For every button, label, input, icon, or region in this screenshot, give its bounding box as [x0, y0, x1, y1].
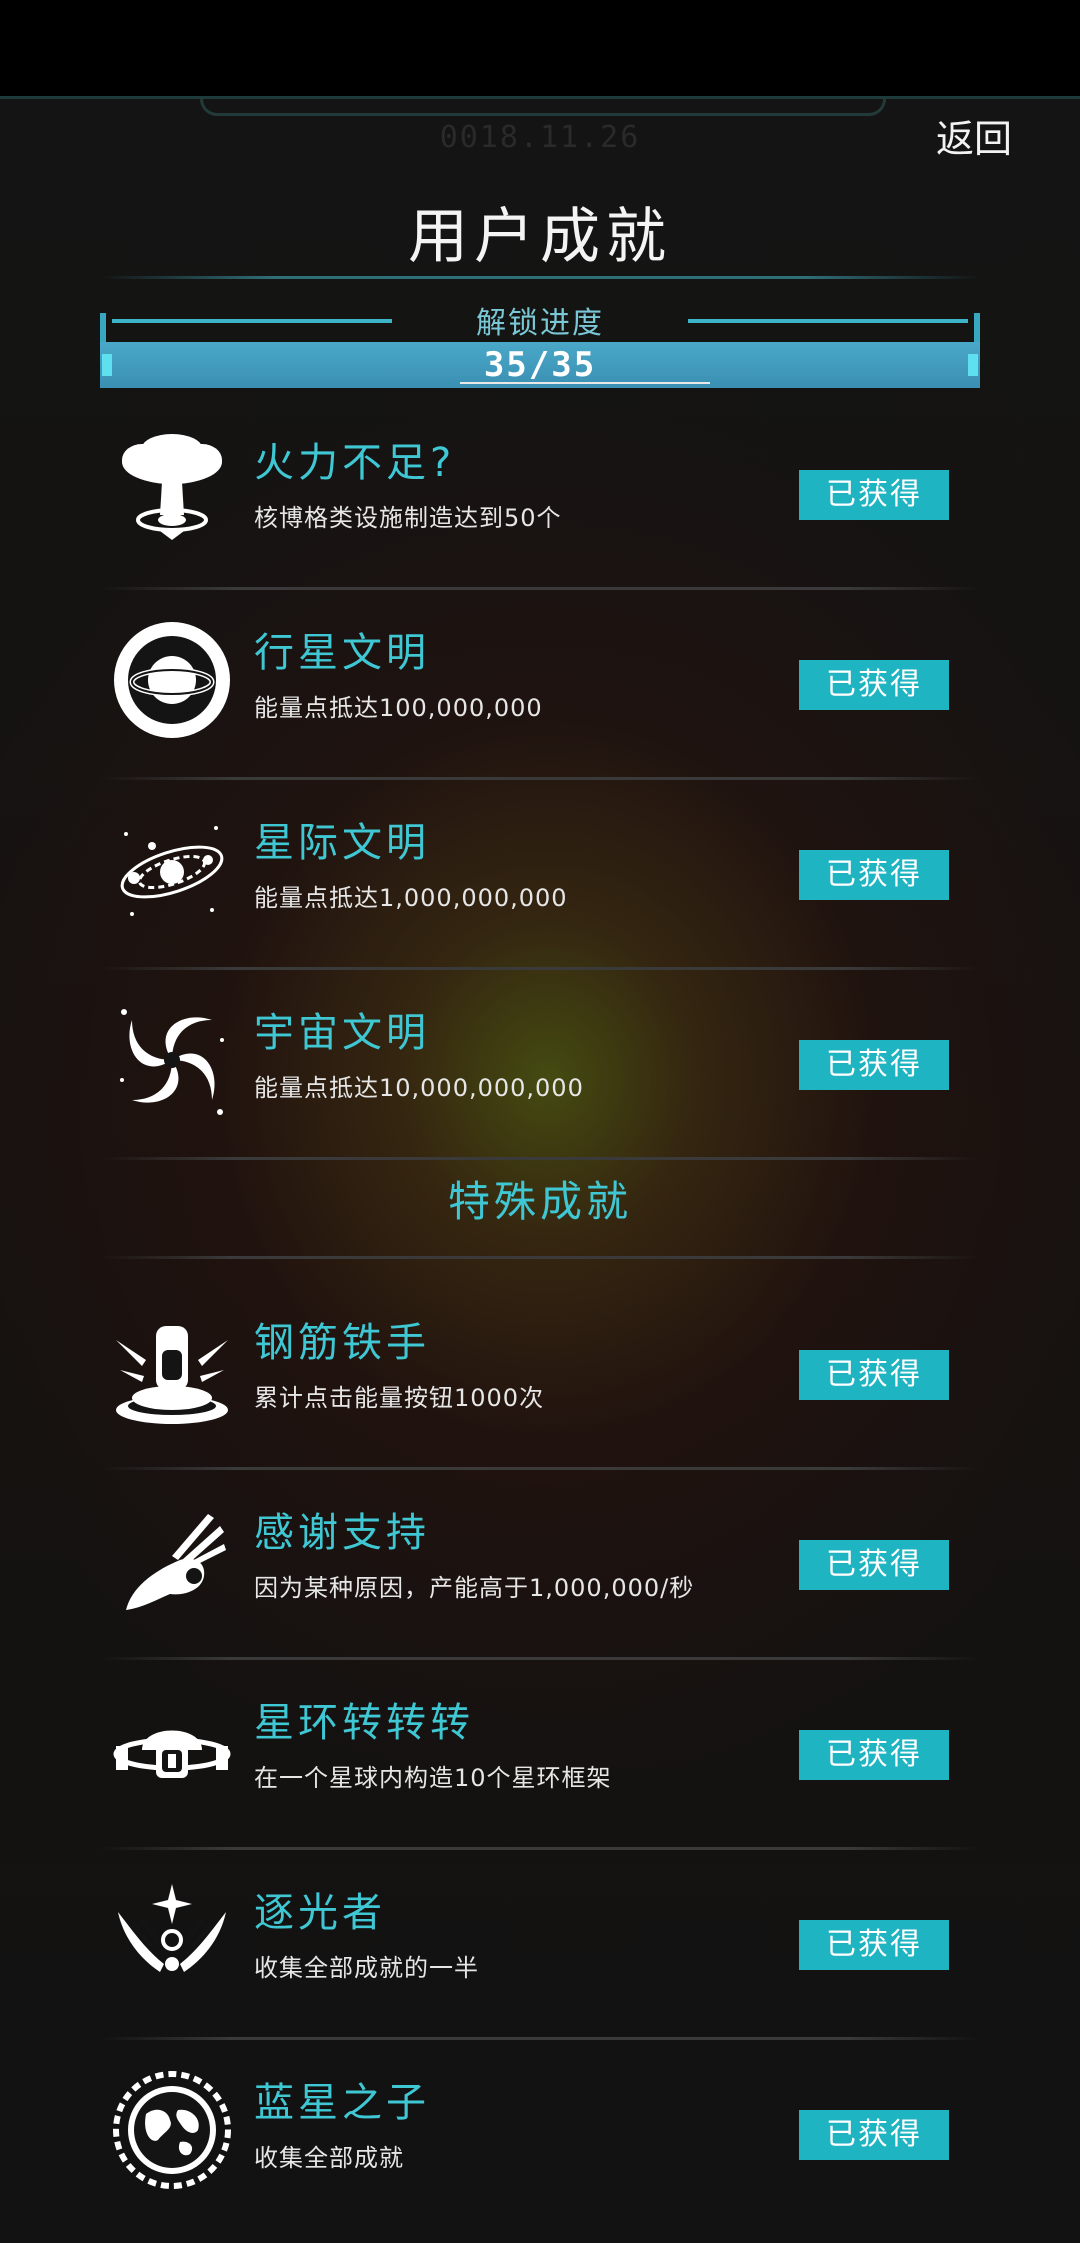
special-achievement-item: 钢筋铁手 累计点击能量按钮1000次 已获得 — [100, 1280, 980, 1470]
achievement-name: 火力不足? — [254, 440, 456, 486]
back-button[interactable]: 返回 — [936, 108, 1012, 163]
earth-emblem-icon — [112, 2070, 232, 2190]
winged-star-icon — [112, 1880, 232, 2000]
achievement-item: 行星文明 能量点抵达100,000,000 已获得 — [100, 590, 980, 780]
obtained-badge: 已获得 — [799, 1350, 949, 1400]
achievement-desc: 能量点抵达10,000,000,000 — [254, 1074, 584, 1102]
achievement-name: 感谢支持 — [254, 1510, 430, 1556]
special-achievement-item: 感谢支持 因为某种原因，产能高于1,000,000/秒 已获得 — [100, 1470, 980, 1660]
spiral-galaxy-icon — [112, 1000, 232, 1120]
obtained-badge: 已获得 — [799, 1040, 949, 1090]
special-achievement-item: 逐光者 收集全部成就的一半 已获得 — [100, 1850, 980, 2040]
obtained-badge: 已获得 — [799, 1920, 949, 1970]
obtained-badge: 已获得 — [799, 1730, 949, 1780]
achievement-item: 宇宙文明 能量点抵达10,000,000,000 已获得 — [100, 970, 980, 1160]
space-station-icon — [112, 1690, 232, 1810]
achievement-desc: 收集全部成就的一半 — [254, 1954, 479, 1982]
unlock-progress-bar: 35/35 — [100, 342, 980, 388]
mushroom-cloud-icon — [112, 430, 232, 550]
obtained-badge: 已获得 — [799, 1540, 949, 1590]
panel-top-frame — [200, 99, 886, 116]
achievement-item: 星际文明 能量点抵达1,000,000,000 已获得 — [100, 780, 980, 970]
achievement-desc: 因为某种原因，产能高于1,000,000/秒 — [254, 1574, 695, 1602]
star-system-icon — [112, 810, 232, 930]
achievement-name: 行星文明 — [254, 630, 430, 676]
special-achievement-item: 蓝星之子 收集全部成就 已获得 — [100, 2040, 980, 2230]
achievement-desc: 能量点抵达1,000,000,000 — [254, 884, 568, 912]
progress-underline — [460, 382, 710, 384]
page-title: 用户成就 — [408, 202, 672, 272]
ok-hand-icon — [112, 1500, 232, 1620]
achievement-desc: 在一个星球内构造10个星环框架 — [254, 1764, 612, 1792]
achievement-desc: 能量点抵达100,000,000 — [254, 694, 543, 722]
obtained-badge: 已获得 — [799, 2110, 949, 2160]
achievement-name: 钢筋铁手 — [254, 1320, 430, 1366]
progress-label: 解锁进度 — [476, 306, 604, 341]
achievement-desc: 核博格类设施制造达到50个 — [254, 504, 562, 532]
obtained-badge: 已获得 — [799, 470, 949, 520]
achievement-desc: 累计点击能量按钮1000次 — [254, 1384, 545, 1412]
achievement-desc: 收集全部成就 — [254, 2144, 404, 2172]
achievement-item: 火力不足? 核博格类设施制造达到50个 已获得 — [100, 400, 980, 590]
obtained-badge: 已获得 — [799, 660, 949, 710]
section-divider — [100, 1256, 980, 1259]
achievement-name: 逐光者 — [254, 1890, 386, 1936]
achievement-name: 星环转转转 — [254, 1700, 474, 1746]
item-divider — [100, 1157, 980, 1160]
achievement-name: 星际文明 — [254, 820, 430, 866]
special-achievement-item: 星环转转转 在一个星球内构造10个星环框架 已获得 — [100, 1660, 980, 1850]
special-section-title: 特殊成就 — [447, 1177, 632, 1226]
button-press-icon — [112, 1310, 232, 1430]
obtained-badge: 已获得 — [799, 850, 949, 900]
title-divider — [100, 276, 980, 279]
date-text: 0018.11.26 — [439, 120, 641, 155]
achievement-name: 宇宙文明 — [254, 1010, 430, 1056]
ringed-planet-icon — [112, 620, 232, 740]
achievement-name: 蓝星之子 — [254, 2080, 430, 2126]
